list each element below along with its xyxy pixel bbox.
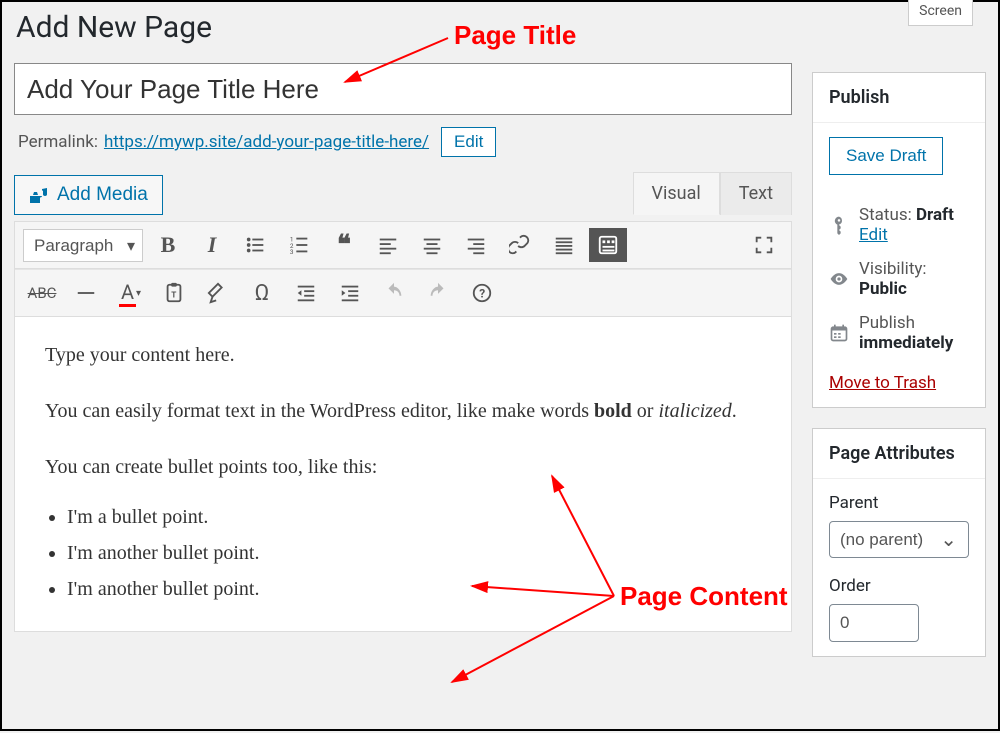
undo-button[interactable] (375, 276, 413, 310)
italic-button[interactable]: I (193, 228, 231, 262)
editor: Paragraph B I 123 ❝ ABC A ▾ (14, 221, 792, 632)
save-draft-button[interactable]: Save Draft (829, 137, 943, 175)
indent-button[interactable] (331, 276, 369, 310)
list-item: I'm another bullet point. (67, 537, 761, 569)
order-label: Order (829, 576, 969, 596)
parent-select[interactable]: (no parent) (829, 521, 969, 558)
add-media-label: Add Media (57, 184, 148, 206)
list-item: I'm a bullet point. (67, 501, 761, 533)
permalink-link[interactable]: https://mywp.site/add-your-page-title-he… (104, 132, 429, 152)
page-heading: Add New Page (16, 10, 792, 45)
order-input[interactable] (829, 604, 919, 642)
toolbar-row1: Paragraph B I 123 ❝ (15, 222, 791, 269)
align-right-button[interactable] (457, 228, 495, 262)
permalink-row: Permalink: https://mywp.site/add-your-pa… (18, 127, 792, 157)
bullet-list-button[interactable] (237, 228, 275, 262)
bold-button[interactable]: B (149, 228, 187, 262)
outdent-button[interactable] (287, 276, 325, 310)
hr-button[interactable] (67, 276, 105, 310)
toolbar-row2: ABC A ▾ T Ω ? (15, 269, 791, 317)
publish-box: Publish Save Draft Status: Draft Edit Vi… (812, 72, 986, 408)
tab-text[interactable]: Text (720, 172, 792, 215)
content-bullets: I'm a bullet point. I'm another bullet p… (45, 501, 761, 605)
move-to-trash-link[interactable]: Move to Trash (829, 373, 936, 393)
more-button[interactable] (545, 228, 583, 262)
special-char-button[interactable]: Ω (243, 276, 281, 310)
number-list-button[interactable]: 123 (281, 228, 319, 262)
text-color-button[interactable]: A ▾ (111, 276, 149, 310)
quote-button[interactable]: ❝ (325, 228, 363, 262)
list-item: I'm another bullet point. (67, 573, 761, 605)
help-button[interactable]: ? (463, 276, 501, 310)
paste-text-button[interactable]: T (155, 276, 193, 310)
clear-format-button[interactable] (199, 276, 237, 310)
content-p3: You can create bullet points too, like t… (45, 451, 761, 483)
strikethrough-button[interactable]: ABC (23, 276, 61, 310)
link-button[interactable] (501, 228, 539, 262)
format-select[interactable]: Paragraph (23, 229, 143, 262)
svg-text:3: 3 (290, 248, 294, 256)
content-area[interactable]: Type your content here. You can easily f… (15, 317, 791, 631)
align-center-button[interactable] (413, 228, 451, 262)
page-title-input[interactable] (14, 63, 792, 115)
calendar-icon (829, 323, 849, 343)
attributes-title: Page Attributes (813, 429, 985, 479)
eye-icon (829, 269, 849, 289)
page-attributes-box: Page Attributes Parent (no parent) Order (812, 428, 986, 657)
align-left-button[interactable] (369, 228, 407, 262)
publish-title: Publish (813, 73, 985, 123)
svg-text:?: ? (479, 287, 485, 301)
key-icon (829, 215, 849, 235)
parent-label: Parent (829, 493, 969, 513)
status-edit-link[interactable]: Edit (859, 225, 888, 245)
fullscreen-button[interactable] (745, 228, 783, 262)
content-p2: You can easily format text in the WordPr… (45, 395, 761, 427)
toolbar-toggle-button[interactable] (589, 228, 627, 262)
svg-text:T: T (171, 291, 176, 301)
screen-options-tab[interactable]: Screen (908, 0, 973, 26)
content-p1: Type your content here. (45, 339, 761, 371)
redo-button[interactable] (419, 276, 457, 310)
camera-music-icon (29, 185, 49, 205)
tab-visual[interactable]: Visual (633, 172, 720, 215)
edit-permalink-button[interactable]: Edit (441, 127, 496, 157)
permalink-label: Permalink: (18, 132, 98, 152)
add-media-button[interactable]: Add Media (14, 175, 163, 215)
